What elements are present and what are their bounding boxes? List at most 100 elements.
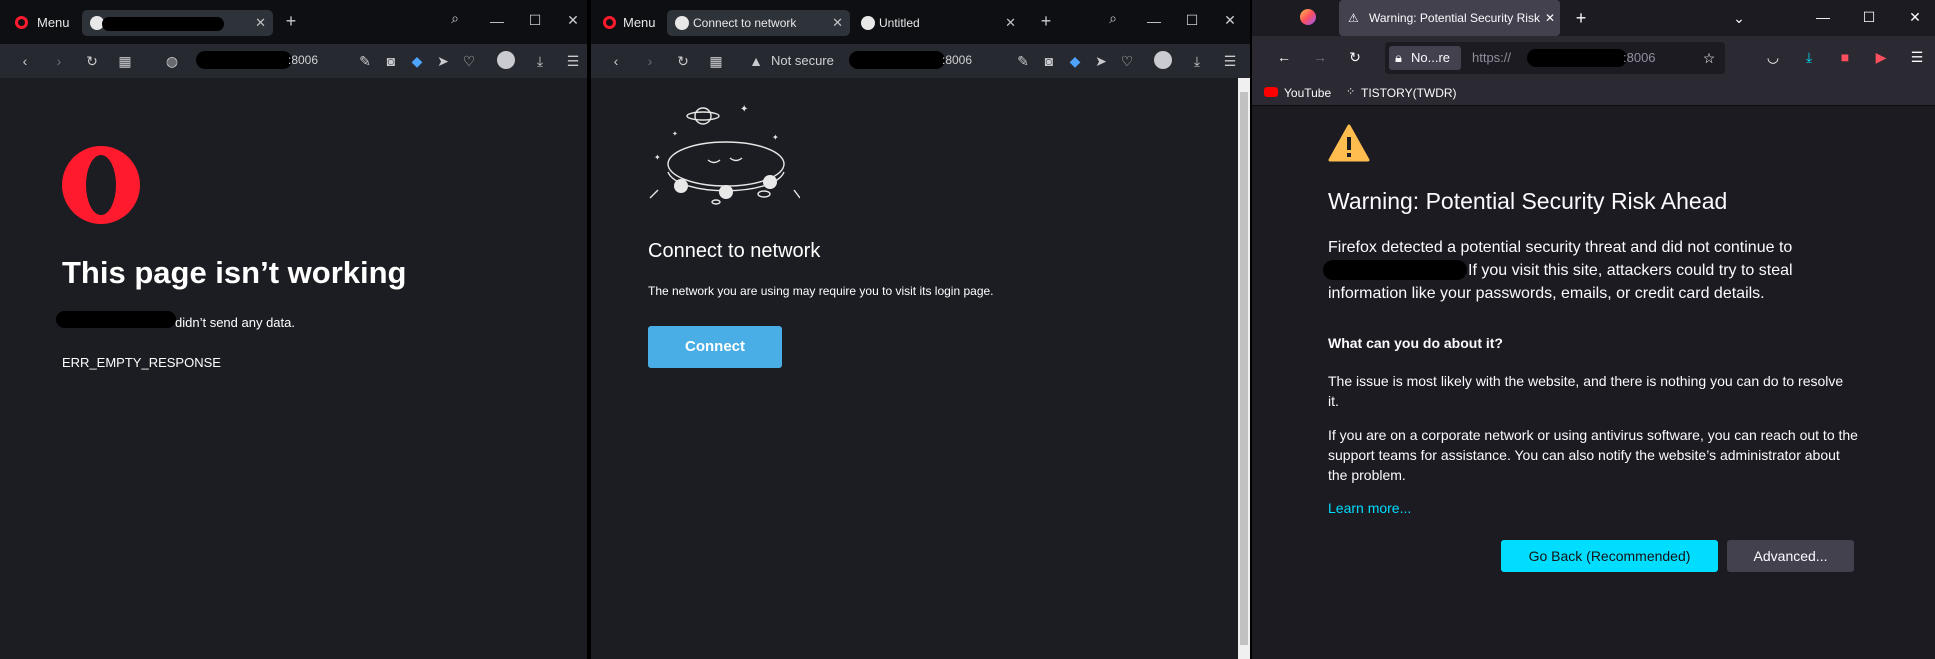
bookmarks-toolbar: YouTube ⁘ TISTORY(TWDR) [1252,80,1935,106]
page-title: This page isn’t working [62,255,407,290]
maximize-icon[interactable]: ☐ [526,11,544,29]
tab-connect-to-network[interactable]: Connect to network ✕ [667,10,850,36]
opera-window-1: Menu ✕ + ⌕ — ☐ ✕ ‹ › ↻ ▦ ◍ :8006 ✎ ◙ ◆ ➤… [0,0,587,659]
login-message: The network you are using may require yo… [648,284,994,298]
youtube-extension-icon[interactable]: ▶ [1872,48,1890,66]
forward-icon[interactable]: › [641,52,659,70]
address-toolbar: ‹ › ↻ ▦ ◍ :8006 ✎ ◙ ◆ ➤ ♡ ⤓ ☰ [0,44,587,78]
tab-bar: ⚠ Warning: Potential Security Risk Ahead… [1252,0,1935,36]
opera-logo-icon[interactable] [15,16,28,29]
youtube-icon [1264,87,1278,97]
intro-line-2: If you visit this site, attackers could … [1468,262,1793,279]
learn-more-link[interactable]: Learn more... [1328,500,1411,516]
redacted-host [56,311,176,328]
error-message: didn’t send any data. [175,315,295,330]
new-tab-icon[interactable]: + [1572,9,1590,27]
search-icon[interactable]: ⌕ [446,9,464,27]
close-tab-icon[interactable]: ✕ [1540,0,1560,36]
camera-icon[interactable]: ◙ [382,52,400,70]
list-tabs-icon[interactable]: ⌄ [1730,9,1748,27]
minimize-icon[interactable]: — [1145,12,1163,30]
go-back-button[interactable]: Go Back (Recommended) [1501,540,1718,572]
identity-box[interactable]: 🔒︎ No...re [1389,46,1461,70]
tab-security-warning[interactable]: ⚠ Warning: Potential Security Risk Ahead… [1339,0,1560,36]
forward-icon[interactable]: → [1311,48,1329,66]
globe-icon: ◍ [165,53,179,69]
app-menu-icon[interactable]: ☰ [1908,48,1926,66]
intro-line-3: information like your passwords, emails,… [1328,285,1765,302]
tab-bar: Menu ✕ + ⌕ — ☐ ✕ [0,0,587,44]
minimize-icon[interactable]: — [1814,8,1832,26]
heart-icon[interactable]: ♡ [460,52,478,70]
menu-button[interactable]: Menu [37,13,70,33]
bookmark-star-icon[interactable]: ☆ [1700,49,1718,67]
redacted-url [849,51,945,69]
maximize-icon[interactable]: ☐ [1183,11,1201,29]
explanation-paragraph: The issue is most likely with the websit… [1328,373,1844,409]
url-port: :8006 [1623,50,1656,65]
send-icon[interactable]: ➤ [434,52,452,70]
back-icon[interactable]: ← [1275,48,1293,66]
tiles-icon[interactable]: ▦ [707,52,725,70]
pocket-icon[interactable]: ◡ [1764,48,1782,66]
close-tab-icon[interactable]: ✕ [255,10,266,36]
close-window-icon[interactable]: ✕ [1906,8,1924,26]
close-tab-icon[interactable]: ✕ [1005,10,1016,36]
menu-button[interactable]: Menu [623,13,656,33]
send-icon[interactable]: ➤ [1092,52,1110,70]
reload-icon[interactable]: ↻ [83,52,101,70]
download-icon[interactable]: ⤓ [1188,52,1206,70]
edit-icon[interactable]: ✎ [1014,52,1032,70]
search-icon[interactable]: ⌕ [1104,9,1122,27]
globe-icon [675,16,689,30]
new-tab-icon[interactable]: + [1037,12,1055,30]
maximize-icon[interactable]: ☐ [1860,8,1878,26]
back-icon[interactable]: ‹ [607,52,625,70]
download-icon[interactable]: ⤓ [1800,48,1818,66]
easy-setup-icon[interactable]: ☰ [564,52,582,70]
easy-setup-icon[interactable]: ☰ [1221,52,1239,70]
edit-icon[interactable]: ✎ [356,52,374,70]
camera-icon[interactable]: ◙ [1040,52,1058,70]
close-window-icon[interactable]: ✕ [564,11,582,29]
firefox-logo-icon[interactable] [1300,9,1316,25]
tab-untitled[interactable]: Untitled ✕ [853,10,1023,36]
url-port[interactable]: :8006 [288,50,318,70]
tab-label: Untitled [879,16,920,30]
profile-avatar[interactable] [1154,51,1172,69]
connect-button[interactable]: Connect [648,326,782,368]
url-port[interactable]: :8006 [942,50,972,70]
forward-icon[interactable]: › [50,52,68,70]
error-code: ERR_EMPTY_RESPONSE [62,355,221,370]
redacted-tab-title [102,17,224,31]
shield-icon[interactable]: ◆ [1066,52,1084,70]
reload-icon[interactable]: ↻ [674,52,692,70]
extension-icon[interactable]: ■ [1836,48,1854,66]
not-secure-label[interactable]: Not secure [771,51,834,71]
download-icon[interactable]: ⤓ [531,52,549,70]
profile-avatar[interactable] [497,51,515,69]
redacted-url [1527,49,1627,67]
opera-logo-icon[interactable] [603,16,616,29]
new-tab-icon[interactable]: + [282,12,300,30]
scrollbar[interactable] [1238,78,1250,659]
close-window-icon[interactable]: ✕ [1221,11,1239,29]
reload-icon[interactable]: ↻ [1346,48,1364,66]
bookmark-youtube[interactable]: YouTube [1284,86,1331,100]
url-bar[interactable]: 🔒︎ No...re https:// :8006 ☆ [1385,42,1725,74]
close-tab-icon[interactable]: ✕ [832,10,843,36]
page-content: This page isn’t working didn’t send any … [0,78,587,659]
bookmark-tistory[interactable]: TISTORY(TWDR) [1361,86,1457,100]
scrollbar-thumb[interactable] [1240,92,1248,645]
tiles-icon[interactable]: ▦ [116,52,134,70]
advanced-button[interactable]: Advanced... [1727,540,1854,572]
shield-icon[interactable]: ◆ [408,52,426,70]
tab-label: Warning: Potential Security Risk Ahead [1369,11,1560,25]
warning-icon: ▲ [749,53,763,69]
minimize-icon[interactable]: — [488,12,506,30]
heart-icon[interactable]: ♡ [1118,52,1136,70]
tab-active[interactable]: ✕ [82,10,273,36]
warning-icon: ⚠ [1348,11,1359,25]
back-icon[interactable]: ‹ [16,52,34,70]
page-content: Warning: Potential Security Risk Ahead F… [1252,106,1935,659]
